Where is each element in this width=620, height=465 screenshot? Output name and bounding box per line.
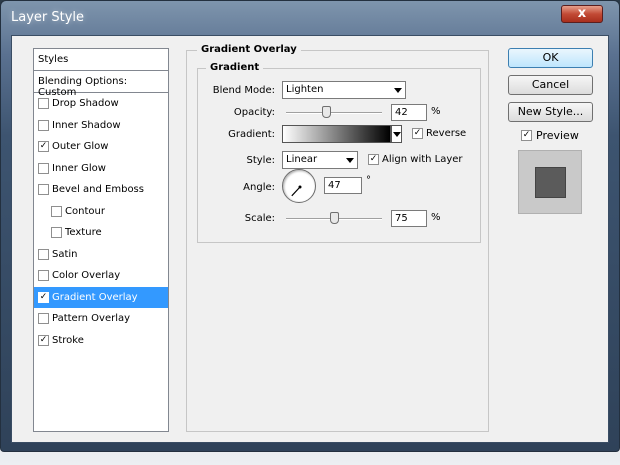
style-item-color-overlay[interactable]: Color Overlay: [34, 265, 168, 287]
chevron-down-icon: [346, 158, 354, 163]
style-checkbox[interactable]: ✓: [38, 334, 49, 346]
gradient-subgroup: Gradient Blend Mode: Lighten Opacity: 42…: [197, 62, 481, 243]
style-item-label: Texture: [65, 227, 102, 238]
style-item-label: Bevel and Emboss: [52, 184, 144, 195]
blend-mode-select[interactable]: Lighten: [282, 81, 406, 99]
styles-header[interactable]: Styles: [34, 49, 168, 71]
scale-value: 75: [395, 213, 408, 224]
style-select[interactable]: Linear: [282, 151, 358, 169]
dialog-client: Styles Blending Options: Custom Drop Sha…: [11, 35, 609, 443]
angle-dial[interactable]: [282, 169, 316, 203]
gradient-overlay-title: Gradient Overlay: [197, 44, 301, 55]
styles-list: Styles Blending Options: Custom Drop Sha…: [33, 48, 169, 432]
blending-options-item[interactable]: Blending Options: Custom: [34, 71, 168, 98]
close-icon: x: [577, 6, 587, 21]
style-item-label: Satin: [52, 248, 78, 260]
opacity-label: Opacity:: [233, 107, 275, 118]
scale-unit: %: [431, 212, 441, 223]
reverse-checkbox[interactable]: ✓: [412, 128, 423, 139]
style-item-label: Color Overlay: [52, 270, 121, 281]
preview-label: Preview: [536, 129, 579, 142]
style-checkbox[interactable]: [38, 270, 49, 281]
style-label: Style:: [246, 155, 276, 166]
opacity-unit: %: [431, 106, 441, 117]
opacity-value: 42: [395, 107, 408, 118]
opacity-input[interactable]: 42: [391, 104, 427, 121]
style-item-satin[interactable]: Satin: [34, 244, 168, 266]
style-item-label: Pattern Overlay: [52, 313, 131, 324]
blend-mode-label: Blend Mode:: [212, 85, 275, 96]
preview-thumbnail: [518, 150, 582, 214]
angle-dial-graphic: [291, 185, 302, 197]
style-item-stroke[interactable]: ✓ Stroke: [34, 330, 168, 352]
chevron-down-icon: [393, 132, 401, 137]
style-item-label: Drop Shadow: [52, 98, 119, 109]
angle-input[interactable]: 47: [324, 177, 362, 194]
style-checkbox[interactable]: [38, 248, 49, 260]
scale-label: Scale:: [244, 213, 275, 224]
style-item-inner-shadow[interactable]: Inner Shadow: [34, 115, 168, 137]
style-checkbox[interactable]: [38, 119, 49, 131]
angle-unit: °: [366, 175, 371, 186]
cancel-button[interactable]: Cancel: [508, 75, 593, 95]
angle-indicator: [291, 186, 301, 197]
gradient-picker-button[interactable]: [391, 125, 402, 143]
new-style-button[interactable]: New Style...: [508, 102, 593, 122]
style-item-texture[interactable]: Texture: [34, 222, 168, 244]
close-button[interactable]: x: [561, 5, 603, 23]
style-item-label: Gradient Overlay: [52, 291, 138, 303]
scale-input[interactable]: 75: [391, 210, 427, 227]
preview-checkbox[interactable]: ✓: [521, 130, 532, 141]
reverse-label: Reverse: [426, 128, 467, 139]
layer-style-window: Layer Style x Styles Blending Options: C…: [0, 0, 620, 452]
style-item-contour[interactable]: Contour: [34, 201, 168, 223]
angle-label: Angle:: [243, 182, 275, 193]
style-item-label: Inner Shadow: [52, 119, 121, 131]
chevron-down-icon: [394, 88, 402, 93]
check-icon: ✓: [369, 154, 378, 164]
ok-button[interactable]: OK: [508, 48, 593, 68]
style-checkbox[interactable]: ✓: [38, 291, 49, 303]
style-checkbox[interactable]: [38, 162, 49, 174]
angle-value: 47: [328, 180, 341, 191]
check-icon: ✓: [522, 130, 531, 140]
blend-mode-value: Lighten: [286, 84, 324, 95]
style-item-drop-shadow[interactable]: Drop Shadow: [34, 93, 168, 115]
style-checkbox[interactable]: [38, 313, 49, 324]
align-with-layer-label: Align with Layer: [382, 154, 463, 165]
style-checkbox[interactable]: [51, 227, 62, 238]
scale-slider-thumb[interactable]: [330, 212, 339, 224]
style-item-label: Stroke: [52, 334, 84, 346]
check-icon: ✓: [413, 128, 422, 138]
style-item-label: Contour: [65, 205, 105, 217]
align-with-layer-checkbox[interactable]: ✓: [368, 154, 379, 165]
opacity-slider[interactable]: [286, 112, 382, 114]
gradient-label: Gradient:: [228, 129, 275, 140]
angle-center-dot: [298, 185, 302, 189]
gradient-swatch[interactable]: [282, 125, 391, 143]
style-item-pattern-overlay[interactable]: Pattern Overlay: [34, 308, 168, 330]
gradient-overlay-group: Gradient Overlay Gradient Blend Mode: Li…: [186, 44, 489, 432]
opacity-slider-thumb[interactable]: [322, 106, 332, 118]
style-checkbox[interactable]: [38, 184, 49, 195]
style-checkbox[interactable]: [38, 98, 49, 109]
style-item-label: Outer Glow: [52, 141, 109, 152]
preview-square: [535, 167, 566, 198]
title-bar[interactable]: Layer Style x: [1, 1, 619, 37]
style-item-gradient-overlay[interactable]: ✓ Gradient Overlay: [34, 286, 168, 308]
style-item-outer-glow[interactable]: ✓ Outer Glow: [34, 136, 168, 158]
style-item-inner-glow[interactable]: Inner Glow: [34, 158, 168, 180]
style-items: Drop Shadow Inner Shadow ✓ Outer Glow Inner …: [34, 93, 168, 351]
style-item-label: Inner Glow: [52, 162, 106, 174]
style-checkbox[interactable]: [51, 205, 62, 217]
window-title: Layer Style: [11, 10, 85, 25]
gradient-subgroup-title: Gradient: [206, 62, 264, 73]
style-item-bevel-and-emboss[interactable]: Bevel and Emboss: [34, 179, 168, 201]
style-value: Linear: [286, 154, 318, 165]
style-checkbox[interactable]: ✓: [38, 141, 49, 152]
